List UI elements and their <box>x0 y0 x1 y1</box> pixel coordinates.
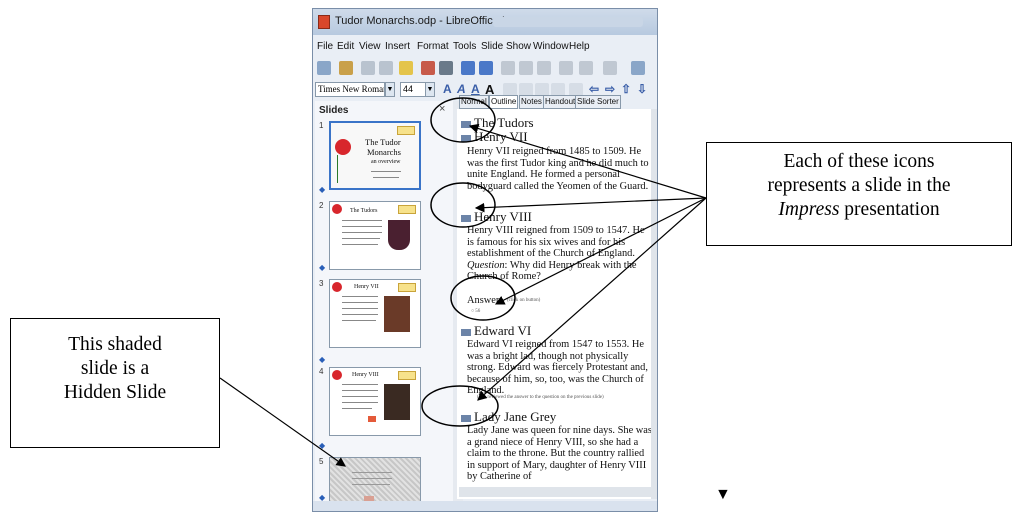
highlight-ellipse <box>430 182 496 228</box>
highlight-ellipse <box>430 97 496 143</box>
arrow <box>477 197 707 401</box>
down-triangle-icon: ▼ <box>715 486 731 503</box>
callout-text: This shaded <box>68 334 162 355</box>
highlight-ellipse <box>450 275 516 321</box>
arrow <box>468 123 707 199</box>
arrow <box>494 197 707 305</box>
callout-text: Impress presentation <box>707 198 1011 222</box>
arrow <box>219 377 346 467</box>
callout-italic-text: Impress <box>778 199 840 220</box>
callout-text: represents a slide in the <box>767 175 951 196</box>
callout-text: presentation <box>839 199 940 220</box>
callout-text: Hidden Slide <box>63 382 167 403</box>
callout-hidden-slide: This shaded slide is a Hidden Slide <box>10 318 220 448</box>
callout-text: slide is a <box>80 358 150 379</box>
arrow <box>474 197 707 213</box>
callout-text: Each of these icons <box>783 151 935 172</box>
callout-slide-icons: Each of these icons represents a slide i… <box>706 142 1012 246</box>
